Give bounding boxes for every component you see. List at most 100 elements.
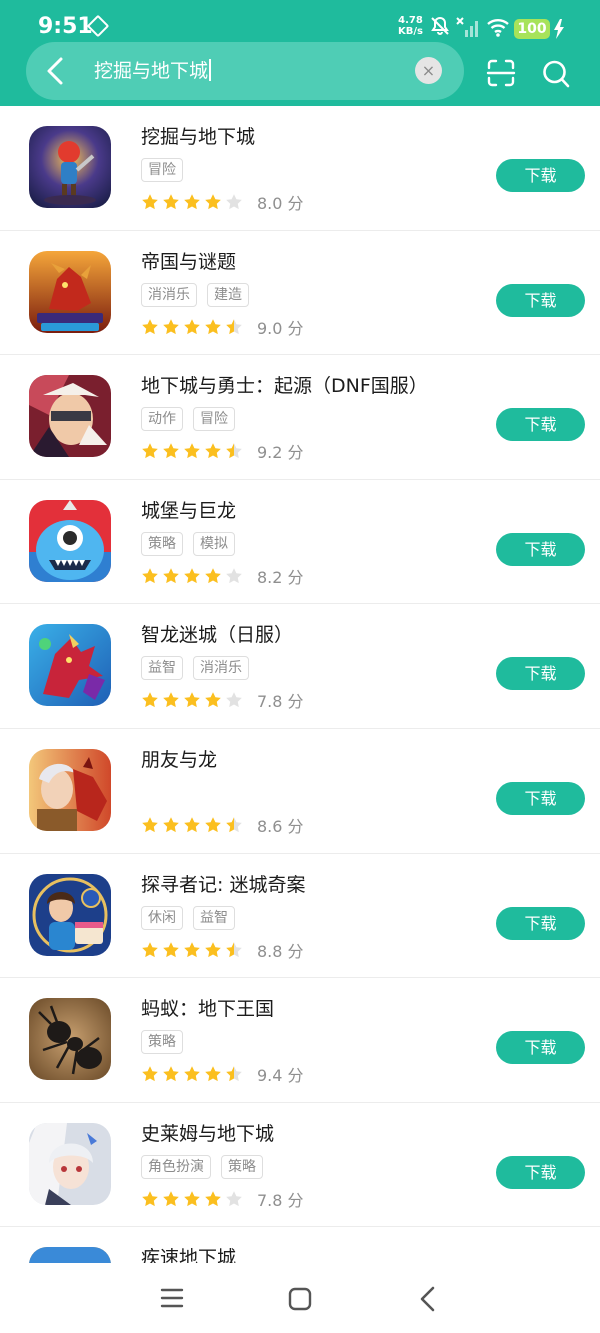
- star-rating: [141, 691, 243, 709]
- download-button[interactable]: 下载: [496, 532, 585, 566]
- star-icon: [226, 941, 242, 957]
- back-arrow-icon[interactable]: [44, 56, 66, 86]
- text-caret: [209, 59, 211, 81]
- app-tag[interactable]: 角色扮演: [141, 1154, 211, 1179]
- recent-apps-icon[interactable]: [160, 1287, 184, 1309]
- app-row-friends-dragons[interactable]: 朋友与龙 8.6 分 下载: [0, 729, 600, 854]
- app-rating: 9.2 分: [141, 439, 304, 463]
- search-icon[interactable]: [541, 58, 571, 90]
- download-button[interactable]: 下载: [496, 781, 585, 815]
- app-tag[interactable]: 模拟: [193, 531, 235, 556]
- app-row-speed-dungeon[interactable]: 疾速地下城: [0, 1227, 600, 1263]
- app-rating: 8.0 分: [141, 190, 304, 214]
- star-icon: [205, 443, 221, 459]
- download-button[interactable]: 下载: [496, 1155, 585, 1189]
- app-row-ants-underground[interactable]: 蚂蚁：地下王国 策略 9.4 分 下载: [0, 978, 600, 1103]
- app-tag[interactable]: 消消乐: [141, 282, 197, 307]
- score-unit: 分: [287, 194, 304, 213]
- score-value: 7.8: [257, 1190, 283, 1210]
- app-score: 9.4 分: [257, 1062, 304, 1086]
- search-query-text: 挖掘与地下城: [94, 60, 209, 82]
- app-tag[interactable]: 益智: [193, 905, 235, 930]
- app-row-dnf[interactable]: 地下城与勇士：起源（DNF国服） 动作 冒险 9.2 分 下载: [0, 355, 600, 480]
- app-icon-dnf[interactable]: [29, 375, 111, 458]
- star-icon: [205, 1190, 221, 1206]
- score-unit: 分: [287, 443, 304, 463]
- download-button[interactable]: 下载: [496, 906, 585, 940]
- scan-icon[interactable]: [486, 58, 516, 88]
- app-name[interactable]: 疾速地下城: [141, 1243, 236, 1263]
- app-tag[interactable]: 策略: [221, 1154, 263, 1179]
- app-tag[interactable]: 消消乐: [193, 656, 249, 681]
- star-icon: [163, 941, 179, 957]
- score-value: 8.6: [257, 816, 283, 836]
- app-score: 9.0 分: [257, 315, 304, 339]
- download-button[interactable]: 下载: [496, 283, 585, 317]
- app-tag[interactable]: 策略: [141, 1030, 183, 1055]
- app-tag[interactable]: 休闲: [141, 905, 183, 930]
- app-name[interactable]: 智龙迷城（日服）: [141, 620, 293, 647]
- app-name[interactable]: 探寻者记: 迷城奇案: [141, 870, 305, 897]
- app-tag[interactable]: 益智: [141, 656, 183, 681]
- app-row-puzzle-dragons[interactable]: 智龙迷城（日服） 益智 消消乐 7.8 分 下载: [0, 604, 600, 729]
- app-rating: 9.4 分: [141, 1062, 304, 1086]
- app-icon-puzzle-dragons[interactable]: [29, 624, 111, 707]
- star-icon: [142, 318, 158, 334]
- star-icon: [163, 567, 179, 583]
- app-tag[interactable]: 建造: [207, 282, 249, 307]
- app-name[interactable]: 朋友与龙: [141, 745, 217, 772]
- score-unit: 分: [287, 816, 304, 836]
- charging-bolt-icon: [554, 19, 564, 39]
- score-unit: 分: [287, 1066, 304, 1086]
- app-rating: 9.0 分: [141, 315, 304, 339]
- star-rating: [141, 442, 243, 460]
- score-value: 8.8: [257, 941, 283, 961]
- download-button[interactable]: 下载: [496, 408, 585, 442]
- app-name[interactable]: 挖掘与地下城: [141, 122, 255, 149]
- network-speed-unit: KB/s: [398, 26, 423, 37]
- app-tag[interactable]: 策略: [141, 531, 183, 556]
- app-icon-ants-underground[interactable]: [29, 998, 111, 1081]
- app-icon-slime-dungeon[interactable]: [29, 1122, 111, 1205]
- app-icon-empires-puzzles[interactable]: [29, 250, 111, 333]
- download-button[interactable]: 下载: [496, 657, 585, 691]
- star-icon: [163, 194, 179, 210]
- app-name[interactable]: 帝国与谜题: [141, 247, 236, 274]
- search-bar[interactable]: [26, 42, 464, 100]
- score-unit: 分: [287, 567, 304, 587]
- app-icon-castles-dragons[interactable]: [29, 499, 111, 582]
- app-name[interactable]: 史莱姆与地下城: [141, 1119, 274, 1146]
- app-rating: 8.8 分: [141, 938, 304, 962]
- download-button[interactable]: 下载: [496, 159, 585, 192]
- download-button[interactable]: 下载: [496, 1031, 585, 1065]
- search-input[interactable]: 挖掘与地下城: [94, 58, 211, 84]
- star-icon: [226, 318, 242, 334]
- app-tag[interactable]: 动作: [141, 407, 183, 432]
- app-tag[interactable]: 冒险: [141, 158, 183, 182]
- app-name[interactable]: 地下城与勇士：起源（DNF国服）: [141, 371, 428, 398]
- star-icon: [226, 817, 242, 833]
- app-row-seekers-notes[interactable]: 探寻者记: 迷城奇案 休闲 益智 8.8 分 下载: [0, 854, 600, 979]
- home-icon[interactable]: [288, 1287, 312, 1311]
- app-row-dig-dungeon[interactable]: 挖掘与地下城 冒险 8.0 分 下载: [0, 106, 600, 231]
- star-icon: [205, 194, 221, 210]
- app-tag[interactable]: 冒险: [193, 407, 235, 432]
- app-row-slime-dungeon[interactable]: 史莱姆与地下城 角色扮演 策略 7.8 分 下载: [0, 1103, 600, 1228]
- star-icon: [142, 567, 158, 583]
- app-icon-seekers-notes[interactable]: [29, 873, 111, 956]
- star-icon: [142, 692, 158, 708]
- star-icon: [226, 692, 242, 708]
- app-row-empires-puzzles[interactable]: 帝国与谜题 消消乐 建造 9.0 分 下载: [0, 231, 600, 356]
- clear-search-button[interactable]: ×: [415, 57, 442, 84]
- app-name[interactable]: 蚂蚁：地下王国: [141, 994, 274, 1021]
- app-icon-friends-dragons[interactable]: [29, 748, 111, 831]
- app-icon-speed-dungeon[interactable]: [29, 1247, 111, 1263]
- search-results-list[interactable]: 挖掘与地下城 冒险 8.0 分 下载 帝国与谜题 消消乐 建造 9.0 分 下载…: [0, 106, 600, 1263]
- app-name[interactable]: 城堡与巨龙: [141, 496, 236, 523]
- cellular-signal-icon: [456, 17, 478, 37]
- app-row-castles-dragons[interactable]: 城堡与巨龙 策略 模拟 8.2 分 下载: [0, 480, 600, 605]
- score-unit: 分: [287, 941, 304, 961]
- nav-back-icon[interactable]: [418, 1285, 438, 1313]
- star-icon: [184, 692, 200, 708]
- app-icon-dig-dungeon[interactable]: [29, 126, 111, 208]
